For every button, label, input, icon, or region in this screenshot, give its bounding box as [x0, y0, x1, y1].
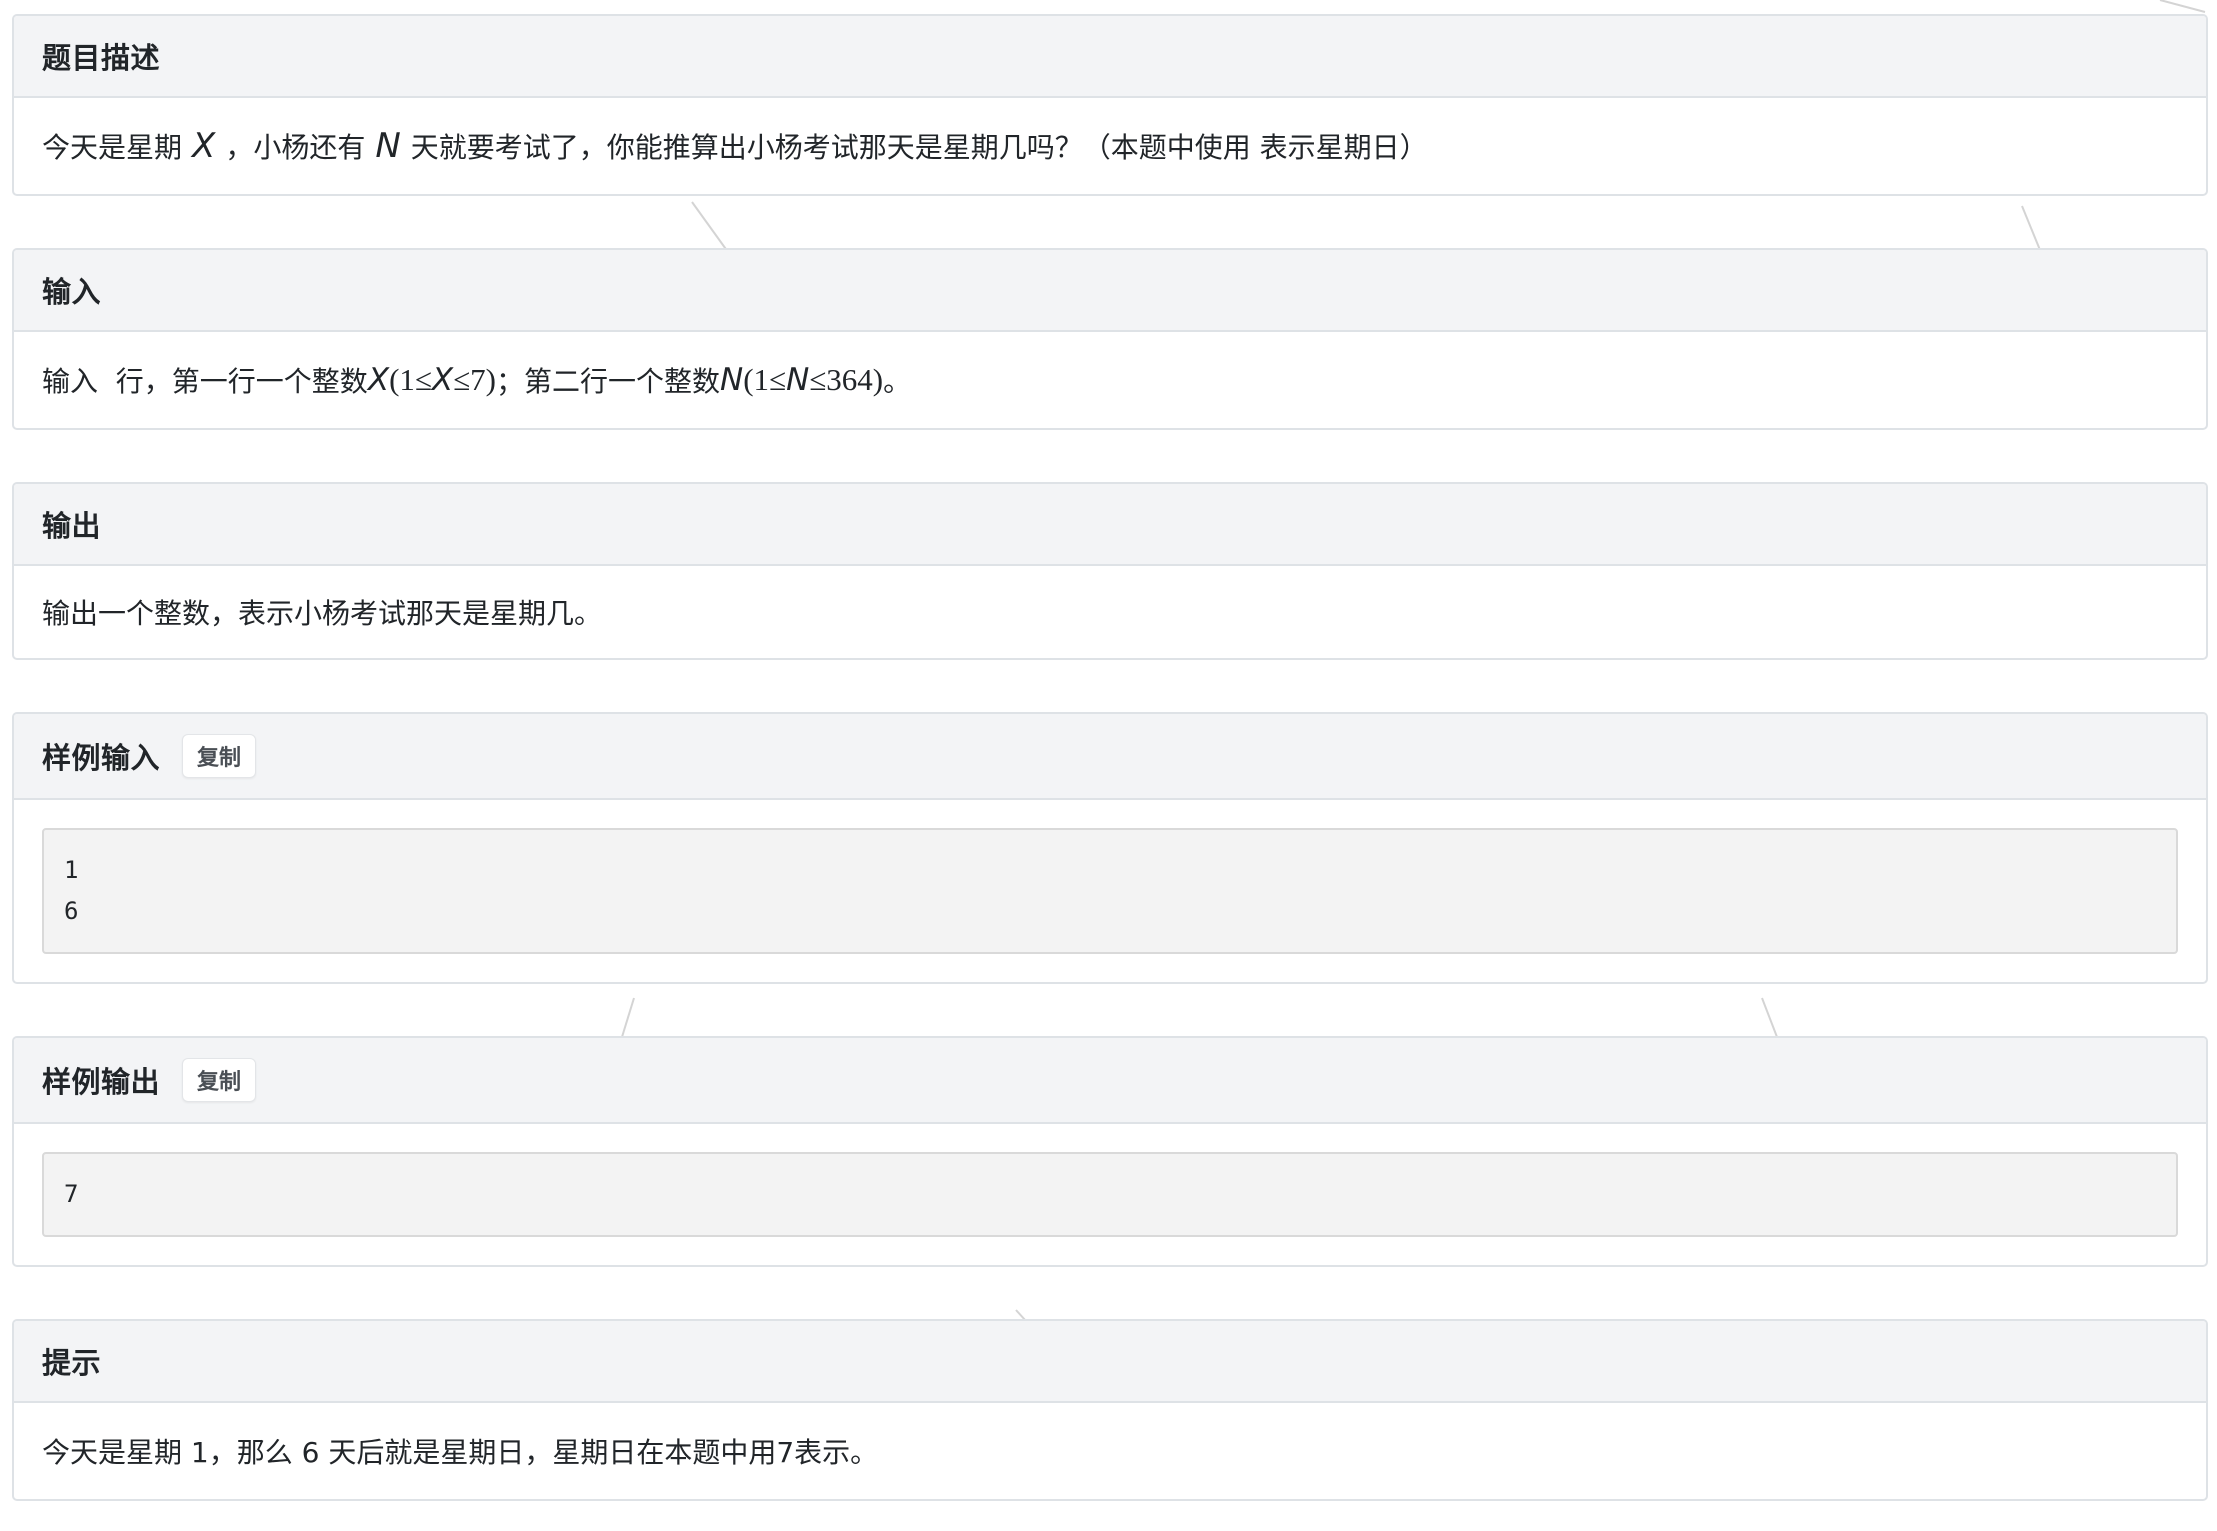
output-body: 输出一个整数，表示小杨考试那天是星期几。: [14, 566, 2206, 658]
description-body: 今天是星期 X ，小杨还有 N 天就要考试了，你能推算出小杨考试那天是星期几吗？…: [14, 98, 2206, 194]
hint-body: 今天是星期 1，那么 6 天后就是星期日，星期日在本题中用7表示。: [14, 1403, 2206, 1499]
sample-input-content: 1 6: [42, 828, 2178, 954]
constraint-x-var-inner: X: [431, 362, 454, 398]
hint-card: 提示 今天是星期 1，那么 6 天后就是星期日，星期日在本题中用7表示。: [12, 1319, 2208, 1501]
input-card: 输入 输入 行，第一行一个整数 X(1≤X≤7) ；第二行一个整数 N(1≤N≤…: [12, 248, 2208, 430]
hint-title: 提示: [42, 1346, 102, 1380]
output-header: 输出: [14, 484, 2206, 566]
sample-output-title: 样例输出: [42, 1065, 161, 1099]
constraint-x: X(1≤X≤7): [368, 362, 496, 398]
output-text: 输出一个整数，表示小杨考试那天是星期几。: [42, 597, 603, 630]
constraint-x-close: ≤7): [453, 362, 496, 397]
sample-input-title: 样例输入: [42, 741, 161, 775]
description-header: 题目描述: [14, 16, 2206, 98]
input-text-a: 输入 行，第一行一个整数: [42, 365, 368, 398]
copy-sample-output-button[interactable]: 复制: [182, 1058, 257, 1102]
variable-n: N: [375, 126, 401, 166]
variable-x: X: [192, 126, 216, 166]
sample-output-body: 7: [14, 1124, 2206, 1265]
constraint-x-open: (1≤: [389, 362, 432, 397]
sample-input-body: 1 6: [14, 800, 2206, 982]
input-text-b: ；第二行一个整数: [496, 365, 721, 398]
copy-sample-input-button[interactable]: 复制: [182, 734, 257, 778]
sample-output-header: 样例输出 复制: [14, 1038, 2206, 1124]
input-title: 输入: [42, 275, 102, 309]
constraint-n: N(1≤N≤364): [720, 362, 883, 398]
description-text-prefix: 今天是星期: [42, 131, 183, 164]
description-card: 题目描述 今天是星期 X ，小杨还有 N 天就要考试了，你能推算出小杨考试那天是…: [12, 14, 2208, 196]
description-title: 题目描述: [42, 41, 161, 75]
input-header: 输入: [14, 250, 2206, 332]
constraint-n-var-inner: N: [786, 362, 810, 398]
description-text-mid: ，小杨还有: [225, 131, 366, 164]
sample-input-header: 样例输入 复制: [14, 714, 2206, 800]
constraint-n-open: (1≤: [743, 362, 787, 397]
constraint-n-close: ≤364): [809, 362, 884, 397]
output-card: 输出 输出一个整数，表示小杨考试那天是星期几。: [12, 482, 2208, 660]
sample-output-content: 7: [42, 1152, 2178, 1237]
input-body: 输入 行，第一行一个整数 X(1≤X≤7) ；第二行一个整数 N(1≤N≤364…: [14, 332, 2206, 428]
sample-input-card: 样例输入 复制 1 6: [12, 712, 2208, 984]
hint-text: 今天是星期 1，那么 6 天后就是星期日，星期日在本题中用7表示。: [42, 1436, 879, 1469]
problem-page: 题目描述 今天是星期 X ，小杨还有 N 天就要考试了，你能推算出小杨考试那天是…: [0, 0, 2208, 1501]
hint-header: 提示: [14, 1321, 2206, 1403]
constraint-n-var: N: [720, 362, 744, 398]
input-text-c: 。: [883, 365, 912, 398]
output-title: 输出: [42, 509, 102, 543]
description-text-suffix: 天就要考试了，你能推算出小杨考试那天是星期几吗？（本题中使用 表示星期日）: [410, 131, 1428, 164]
constraint-x-var: X: [367, 362, 390, 398]
sample-output-card: 样例输出 复制 7: [12, 1036, 2208, 1267]
